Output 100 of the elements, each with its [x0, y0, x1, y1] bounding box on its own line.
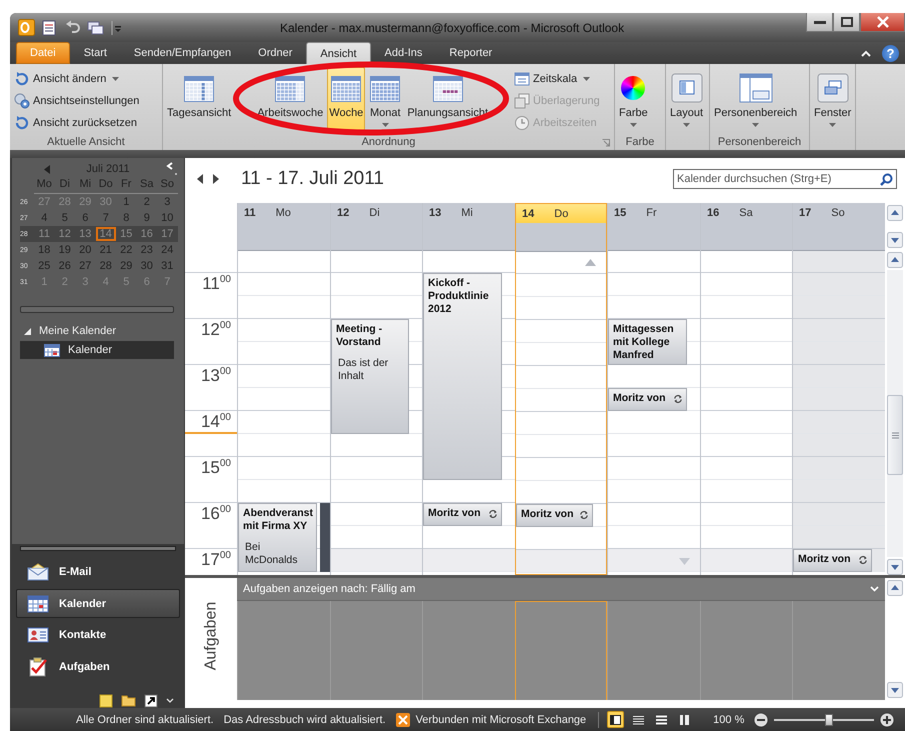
minimize-button[interactable] [806, 13, 833, 32]
nav-button[interactable]: Aufgaben [16, 652, 180, 682]
time-slot[interactable] [516, 550, 606, 573]
slider-thumb[interactable] [825, 714, 834, 726]
time-slot[interactable] [793, 457, 885, 480]
date-cell[interactable]: 29 [116, 259, 136, 273]
scrollbar-track[interactable] [887, 270, 903, 557]
date-cell[interactable]: 5 [54, 211, 75, 225]
pane-splitter[interactable] [20, 306, 174, 313]
time-slot[interactable] [793, 526, 885, 549]
ribbon-button[interactable]: Tagesansicht [165, 67, 234, 131]
date-cell[interactable]: 9 [136, 211, 157, 225]
time-slot[interactable] [793, 296, 885, 319]
date-cell[interactable]: 12 [54, 227, 75, 241]
time-slot[interactable] [793, 388, 885, 411]
outlook-icon[interactable] [18, 19, 35, 36]
previous-month-icon[interactable] [44, 164, 50, 174]
day-header[interactable]: 15 Fr [608, 203, 700, 250]
ribbon-button[interactable]: Arbeitswoche [255, 67, 326, 131]
date-cell[interactable]: 20 [75, 243, 96, 257]
help-button[interactable]: ? [882, 44, 899, 62]
close-button[interactable] [860, 13, 905, 32]
date-cell[interactable]: 28 [96, 259, 116, 273]
nav-button[interactable]: Kontakte [16, 620, 180, 650]
time-slot[interactable] [331, 549, 422, 572]
scroll-up-button[interactable] [887, 580, 903, 596]
collapse-pane-icon[interactable] [166, 162, 178, 176]
ribbon-button[interactable]: Woche [327, 67, 366, 131]
scroll-up-button[interactable] [887, 252, 903, 268]
date-cell[interactable]: 31 [157, 259, 178, 273]
ribbon-button[interactable]: Layout [668, 67, 706, 131]
ribbon-tab[interactable]: Ordner [245, 42, 306, 64]
scroll-down-button[interactable] [887, 559, 903, 575]
shortcut-icon[interactable] [144, 694, 158, 708]
date-cell[interactable]: 15 [116, 227, 136, 241]
calendar-event[interactable]: Moritz von [793, 549, 872, 572]
scrollbar-thumb[interactable] [887, 395, 903, 475]
all-day-cell[interactable] [793, 250, 885, 272]
date-cell[interactable]: 21 [96, 243, 116, 257]
ribbon-button[interactable]: Ansichtseinstellungen [12, 91, 142, 110]
date-cell[interactable]: 27 [75, 259, 96, 273]
date-cell[interactable]: 19 [54, 243, 75, 257]
date-cell[interactable]: 7 [96, 211, 116, 225]
time-slot[interactable] [793, 480, 885, 503]
date-cell[interactable]: 1 [116, 195, 136, 209]
more-options-icon[interactable] [166, 698, 174, 704]
next-week-icon[interactable] [213, 174, 219, 184]
date-cell[interactable]: 24 [157, 243, 178, 257]
date-cell[interactable]: 11 [34, 227, 54, 241]
ribbon-button[interactable]: Zeitskala [512, 69, 602, 88]
customize-toolbar-icon[interactable] [111, 20, 121, 36]
nav-button[interactable]: E-Mail [16, 556, 180, 587]
calendar-event[interactable]: Moritz von [423, 503, 502, 526]
undo-icon[interactable] [65, 20, 81, 36]
calendar-event[interactable]: Moritz von [516, 504, 593, 527]
ribbon-button[interactable]: Personenbereich [712, 67, 800, 131]
time-slot[interactable] [793, 411, 885, 434]
ribbon-tab[interactable]: Ansicht [306, 42, 370, 64]
ribbon-tab[interactable]: Senden/Empfangen [120, 42, 244, 64]
date-cell[interactable]: 10 [157, 211, 178, 225]
calendar-event[interactable]: Moritz von [608, 388, 687, 411]
time-slot[interactable] [793, 365, 885, 388]
date-cell[interactable]: 22 [116, 243, 136, 257]
date-cell[interactable]: 6 [75, 211, 96, 225]
zoom-in-button[interactable] [880, 712, 894, 726]
day-header[interactable]: 17 So [793, 203, 885, 250]
calendar-event[interactable]: Mittagessen mit Kollege Manfred [608, 319, 687, 365]
ribbon-button[interactable]: Planungsansicht [405, 67, 490, 131]
more-below-icon[interactable] [679, 558, 690, 565]
time-slot[interactable] [793, 503, 885, 526]
view-button[interactable] [607, 711, 624, 728]
date-cell[interactable]: 16 [136, 227, 157, 241]
day-header[interactable]: 13 Mi [423, 203, 515, 250]
time-slot[interactable] [793, 342, 885, 365]
ribbon-tab[interactable]: Reporter [436, 42, 506, 64]
previous-week-icon[interactable] [197, 174, 203, 184]
time-slot[interactable] [608, 549, 700, 572]
ribbon-button[interactable]: Monat [367, 67, 404, 131]
day-header[interactable]: 16 Sa [701, 203, 792, 250]
date-cell[interactable]: 3 [157, 195, 178, 209]
chevron-down-icon[interactable] [870, 586, 879, 592]
date-cell[interactable]: 14 [96, 227, 116, 241]
date-cell[interactable]: 4 [34, 211, 54, 225]
ribbon-button[interactable]: Ansicht ändern [12, 69, 142, 88]
date-cell[interactable]: 17 [157, 227, 178, 241]
zoom-out-button[interactable] [754, 712, 768, 726]
time-slot[interactable] [793, 434, 885, 457]
ribbon-button[interactable]: Ansicht zurücksetzen [12, 113, 142, 132]
note-icon[interactable] [99, 694, 113, 708]
dialog-launcher-icon[interactable] [602, 139, 610, 147]
date-cell[interactable]: 18 [34, 243, 54, 257]
ribbon-tab[interactable]: Datei [16, 42, 70, 64]
time-slot[interactable] [423, 549, 515, 572]
calendar-folder[interactable]: Kalender [20, 341, 174, 359]
scroll-down-button[interactable] [887, 232, 903, 248]
day-header[interactable]: 12 Di [331, 203, 422, 250]
scroll-down-button[interactable] [887, 682, 903, 698]
collapse-ribbon-icon[interactable] [861, 50, 871, 56]
calendar-event[interactable]: Kickoff - Produktlinie 2012 [423, 273, 502, 480]
day-header[interactable]: 14 Do [516, 204, 606, 251]
